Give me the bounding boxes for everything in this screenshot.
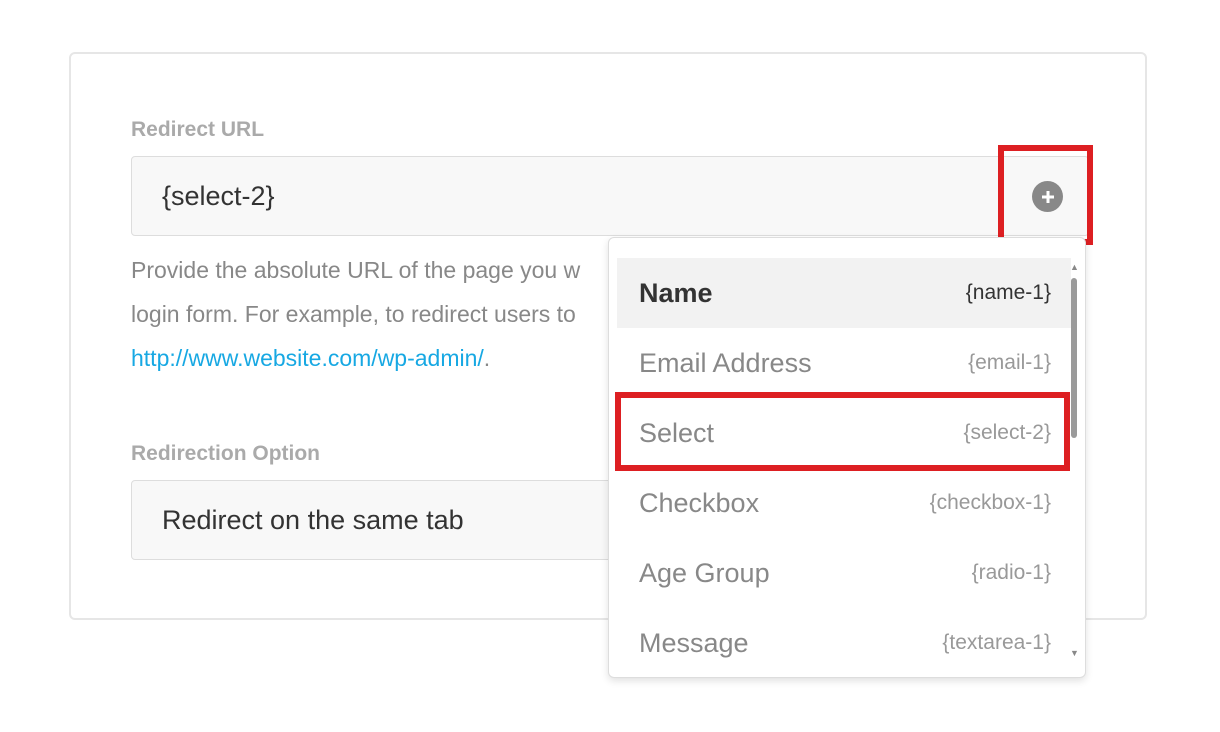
dropdown-item-tag: {email-1} <box>968 351 1051 374</box>
dropdown-item-tag: {name-1} <box>965 281 1051 304</box>
description-line-1: Provide the absolute URL of the page you… <box>131 257 581 283</box>
description-line-2: login form. For example, to redirect use… <box>131 301 576 327</box>
dropdown-item-tag: {radio-1} <box>971 561 1051 584</box>
dropdown-item-checkbox[interactable]: Checkbox {checkbox-1} <box>617 468 1071 538</box>
redirection-option-value: Redirect on the same tab <box>162 505 464 535</box>
dropdown-item-name[interactable]: Name {name-1} <box>617 258 1071 328</box>
description-suffix: . <box>483 345 491 371</box>
dropdown-item-label: Email Address <box>639 347 812 378</box>
plus-glyph <box>1041 190 1054 203</box>
dropdown-item-label: Message <box>639 627 749 658</box>
redirect-url-label: Redirect URL <box>131 118 265 141</box>
dropdown-item-tag: {select-2} <box>963 421 1051 444</box>
dropdown-item-label: Name <box>639 277 713 308</box>
dropdown-list: Name {name-1} Email Address {email-1} Se… <box>617 258 1071 677</box>
example-link[interactable]: http://www.website.com/wp-admin/ <box>131 345 484 371</box>
scroll-down-arrow-icon[interactable]: ▼ <box>1070 648 1079 658</box>
scroll-thumb[interactable] <box>1071 278 1077 438</box>
redirection-option-select[interactable]: Redirect on the same tab <box>131 480 621 560</box>
dropdown-scrollbar[interactable]: ▲ ▼ <box>1068 262 1080 658</box>
dropdown-item-label: Checkbox <box>639 487 760 518</box>
scroll-up-arrow-icon[interactable]: ▲ <box>1070 262 1079 272</box>
dropdown-item-label: Select <box>639 417 715 448</box>
redirect-url-value: {select-2} <box>162 181 275 211</box>
dropdown-item-age-group[interactable]: Age Group {radio-1} <box>617 538 1071 608</box>
redirection-option-label: Redirection Option <box>131 442 320 465</box>
plus-circle-icon[interactable] <box>1032 181 1063 212</box>
dropdown-item-message[interactable]: Message {textarea-1} <box>617 608 1071 677</box>
redirect-url-input[interactable]: {select-2} <box>131 156 1089 236</box>
dropdown-item-select[interactable]: Select {select-2} <box>617 398 1071 468</box>
dropdown-item-tag: {textarea-1} <box>942 631 1051 654</box>
field-tag-dropdown: Name {name-1} Email Address {email-1} Se… <box>608 237 1086 678</box>
redirect-url-description: Provide the absolute URL of the page you… <box>131 248 611 380</box>
dropdown-item-tag: {checkbox-1} <box>929 491 1051 514</box>
dropdown-item-email[interactable]: Email Address {email-1} <box>617 328 1071 398</box>
dropdown-item-label: Age Group <box>639 557 770 588</box>
